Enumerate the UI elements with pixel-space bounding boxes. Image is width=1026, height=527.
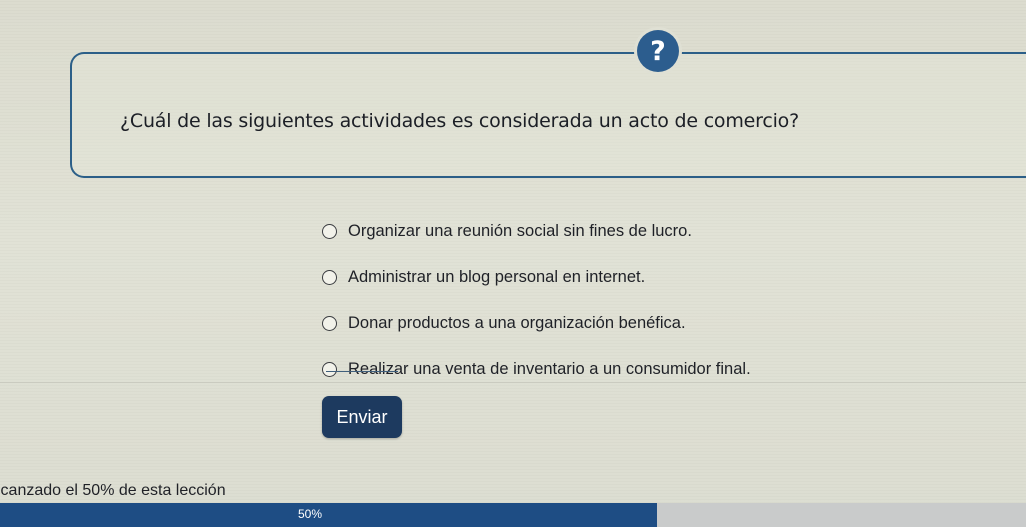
answer-option-1[interactable]: Organizar una reunión social sin fines d… bbox=[322, 208, 751, 254]
question-mark-icon: ? bbox=[637, 30, 679, 72]
lesson-progress-bar: 50% bbox=[0, 503, 1026, 527]
focus-underline bbox=[326, 371, 398, 372]
progress-caption: lcanzado el 50% de esta lección bbox=[0, 482, 226, 499]
radio-button[interactable] bbox=[322, 269, 337, 285]
answer-option-label: Realizar una venta de inventario a un co… bbox=[348, 359, 751, 378]
radio-button[interactable] bbox=[322, 361, 337, 377]
answer-option-2[interactable]: Administrar un blog personal en internet… bbox=[322, 254, 751, 300]
answer-options: Organizar una reunión social sin fines d… bbox=[322, 208, 751, 392]
question-mark-glyph: ? bbox=[650, 35, 666, 67]
radio-button[interactable] bbox=[322, 223, 337, 239]
submit-button[interactable]: Enviar bbox=[322, 396, 402, 438]
question-text: ¿Cuál de las siguientes actividades es c… bbox=[120, 110, 799, 132]
answer-option-label: Administrar un blog personal en internet… bbox=[348, 267, 646, 286]
section-divider bbox=[0, 382, 1026, 383]
answer-option-label: Organizar una reunión social sin fines d… bbox=[348, 221, 692, 240]
question-card: ¿Cuál de las siguientes actividades es c… bbox=[70, 52, 1026, 178]
answer-option-3[interactable]: Donar productos a una organización benéf… bbox=[322, 300, 751, 346]
radio-button[interactable] bbox=[322, 315, 337, 331]
progress-fill bbox=[0, 503, 657, 527]
progress-label: 50% bbox=[298, 507, 323, 521]
answer-option-4[interactable]: Realizar una venta de inventario a un co… bbox=[322, 346, 751, 392]
answer-option-label: Donar productos a una organización benéf… bbox=[348, 313, 686, 332]
